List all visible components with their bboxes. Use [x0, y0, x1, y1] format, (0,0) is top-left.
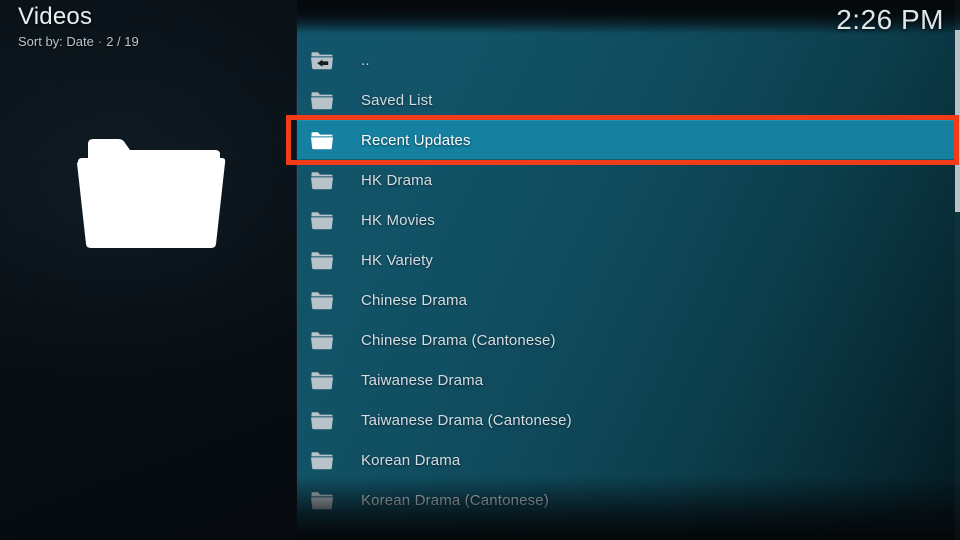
folder-icon	[311, 252, 333, 270]
list-item-selected[interactable]: Recent Updates	[297, 120, 960, 160]
folder-thumbnail	[70, 122, 226, 250]
folder-icon	[311, 172, 333, 190]
sort-separator: ·	[97, 34, 103, 49]
list-item-label: Chinese Drama (Cantonese)	[361, 331, 556, 349]
folder-icon	[311, 372, 333, 390]
list-item[interactable]: HK Drama	[297, 160, 960, 200]
scrollbar-thumb[interactable]	[955, 30, 960, 212]
kodi-videos-screen: Videos Sort by: Date·2 / 19 2:26 PM ..	[0, 0, 960, 540]
list-item[interactable]: HK Variety	[297, 240, 960, 280]
list-item-label: HK Drama	[361, 171, 433, 189]
list-item-label: Taiwanese Drama (Cantonese)	[361, 411, 572, 429]
list-item-label: Recent Updates	[361, 131, 471, 149]
item-position: 2 / 19	[106, 34, 139, 49]
list-item-label: ..	[361, 51, 370, 69]
list-item[interactable]: Korean Drama (Cantonese)	[297, 480, 960, 520]
list-item[interactable]: Taiwanese Drama	[297, 360, 960, 400]
list-item[interactable]: ..	[297, 40, 960, 80]
list-item[interactable]: Chinese Drama	[297, 280, 960, 320]
folder-icon	[77, 139, 226, 248]
sort-info: Sort by: Date · 2 / 19	[18, 33, 139, 51]
list-item-label: HK Movies	[361, 211, 435, 229]
folder-back-icon	[311, 52, 333, 70]
list-item-label: Taiwanese Drama	[361, 371, 484, 389]
list-item[interactable]: Korean Drama	[297, 440, 960, 480]
folder-icon	[311, 492, 333, 510]
list-item[interactable]: Chinese Drama (Cantonese)	[297, 320, 960, 360]
file-list[interactable]: .. Saved List Recent Updates HK Drama HK…	[297, 40, 960, 540]
list-item[interactable]: Korean Drama (Chinese Subtitles)	[297, 520, 960, 540]
list-item-label: Korean Drama (Chinese Subtitles)	[361, 531, 595, 540]
clock: 2:26 PM	[836, 4, 944, 35]
folder-icon	[311, 532, 333, 540]
list-item[interactable]: HK Movies	[297, 200, 960, 240]
list-item-label: Korean Drama (Cantonese)	[361, 491, 549, 509]
folder-icon	[311, 212, 333, 230]
list-item-label: Saved List	[361, 91, 433, 109]
sort-label: Sort by: Date	[18, 34, 94, 49]
folder-icon	[311, 292, 333, 310]
page-header: Videos Sort by: Date · 2 / 19	[18, 2, 139, 51]
list-item-label: Korean Drama	[361, 451, 461, 469]
list-item[interactable]: Saved List	[297, 80, 960, 120]
list-item-label: HK Variety	[361, 251, 434, 269]
list-item[interactable]: Taiwanese Drama (Cantonese)	[297, 400, 960, 440]
list-item-label: Chinese Drama	[361, 291, 468, 309]
folder-icon	[311, 452, 333, 470]
folder-icon	[311, 332, 333, 350]
page-title: Videos	[18, 3, 93, 30]
folder-icon	[311, 92, 333, 110]
folder-icon	[311, 412, 333, 430]
folder-icon	[311, 132, 333, 150]
